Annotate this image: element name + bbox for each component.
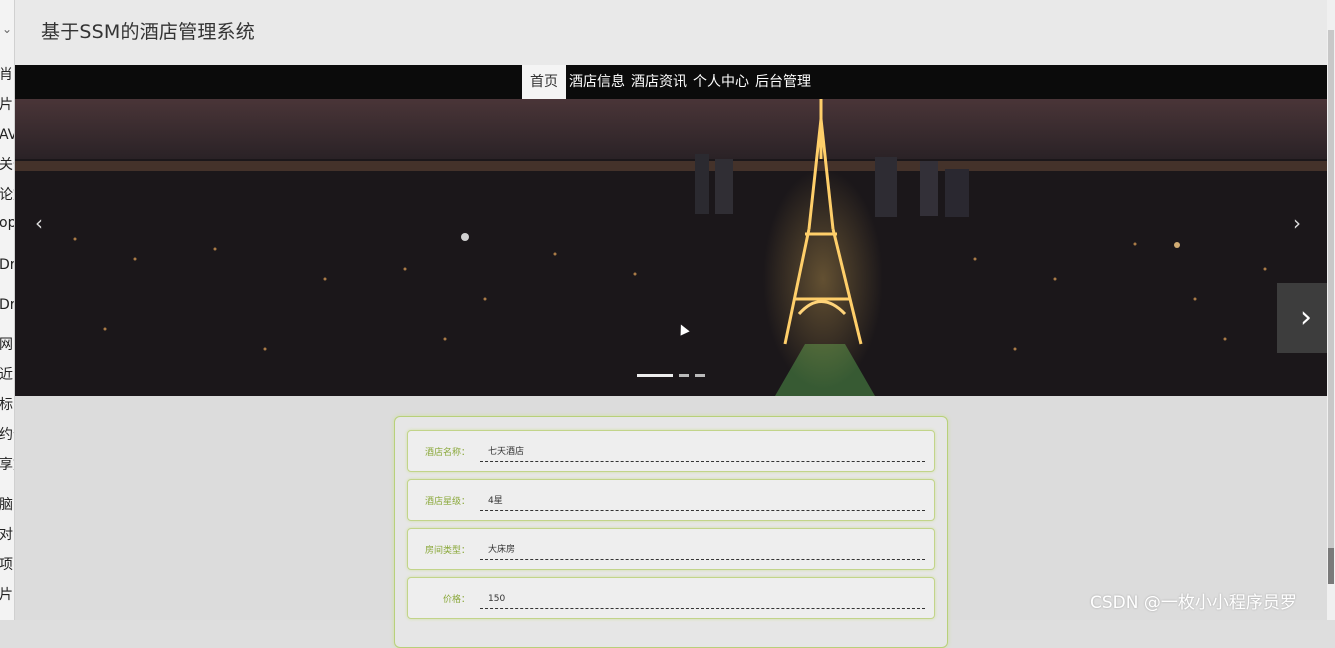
nav-item-personal-center[interactable]: 个人中心: [690, 65, 752, 99]
vertical-scrollbar[interactable]: [1327, 0, 1335, 620]
sidebar-fragment: 脑: [0, 497, 13, 513]
sidebar-fragment: 片: [0, 587, 13, 603]
sidebar-fragment: Dr: [0, 297, 15, 313]
site-header: 基于SSM的酒店管理系统: [15, 0, 1327, 66]
field-label: 价格：: [442, 595, 470, 605]
nav-item-admin[interactable]: 后台管理: [752, 65, 814, 99]
room-type-value[interactable]: 大床房: [480, 540, 925, 560]
carousel-indicator-2[interactable]: [679, 374, 689, 377]
field-label: 酒店名称：: [424, 448, 470, 458]
sidebar-fragment: op: [0, 216, 14, 230]
nav-item-hotel-news[interactable]: 酒店资讯: [628, 65, 690, 99]
main-navbar: 首页 酒店信息 酒店资讯 个人中心 后台管理: [15, 65, 1327, 99]
sidebar-fragment: 享文: [0, 457, 14, 473]
field-label: 房间类型：: [424, 546, 470, 556]
site-title: 基于SSM的酒店管理系统: [41, 21, 255, 43]
nav-item-home[interactable]: 首页: [522, 65, 566, 99]
carousel-indicators: [637, 374, 705, 377]
sidebar-fragment: 约云: [0, 427, 14, 443]
sidebar-fragment: 网: [0, 337, 13, 353]
banner-image: [15, 99, 1327, 396]
field-hotel-name: 酒店名称： 七天酒店: [407, 430, 935, 472]
sidebar-fragment: AV: [0, 128, 14, 142]
sidebar-fragment: 标: [0, 397, 13, 413]
field-room-type: 房间类型： 大床房: [407, 528, 935, 570]
sidebar-fragment: 肖: [0, 67, 13, 83]
sidebar-fragment: 项: [0, 557, 13, 573]
sidebar-fragment: 关于: [0, 157, 14, 173]
hotel-name-value[interactable]: 七天酒店: [480, 442, 925, 462]
field-label: 酒店星级：: [424, 497, 470, 507]
scrollbar-handle[interactable]: [1328, 548, 1334, 584]
watermark: CSDN @一枚小小程序员罗: [1090, 593, 1297, 613]
sidebar-fragment: 论文: [0, 187, 14, 203]
sidebar-fragment: Dr: [0, 257, 15, 273]
nav-item-hotel-info[interactable]: 酒店信息: [566, 65, 628, 99]
carousel-indicator-3[interactable]: [695, 374, 705, 377]
sidebar-fragment: 片: [0, 97, 13, 113]
left-sidebar-strip: ⌄ 肖 片 AV 关于 论文 op Dr Dr 网 近 标 约云 享文 脑 对 …: [0, 0, 15, 620]
sidebar-fragment: 对: [0, 527, 13, 543]
price-value[interactable]: 150: [480, 589, 925, 609]
chevron-down-icon[interactable]: ⌄: [0, 22, 14, 36]
field-hotel-stars: 酒店星级： 4星: [407, 479, 935, 521]
chevron-left-icon[interactable]: ‹: [35, 213, 43, 233]
hotel-stars-value[interactable]: 4星: [480, 491, 925, 511]
field-price: 价格： 150: [407, 577, 935, 619]
scrollbar-thumb[interactable]: [1328, 30, 1334, 550]
banner-carousel[interactable]: ‹ ›: [15, 99, 1327, 396]
carousel-indicator-1[interactable]: [637, 374, 673, 377]
hotel-detail-card: 酒店名称： 七天酒店 酒店星级： 4星 房间类型： 大床房 价格： 150: [394, 416, 948, 648]
nav-items: 首页 酒店信息 酒店资讯 个人中心 后台管理: [522, 65, 814, 99]
sidebar-fragment: 近: [0, 367, 13, 383]
chevron-right-icon: ›: [1300, 300, 1312, 335]
chevron-right-icon[interactable]: ›: [1293, 213, 1301, 233]
